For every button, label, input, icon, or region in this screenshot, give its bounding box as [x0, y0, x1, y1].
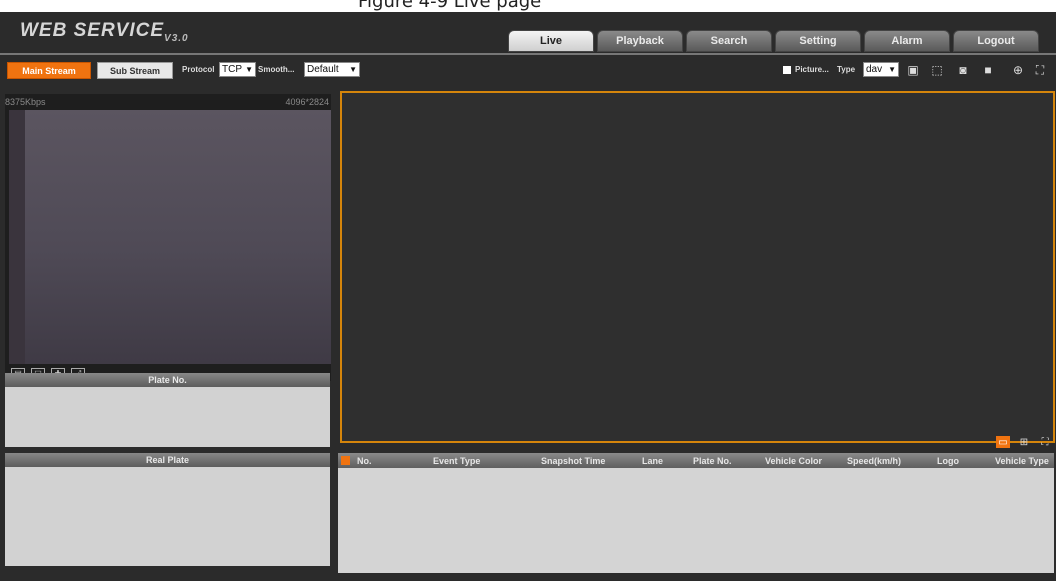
- plate-no-panel: Plate No.: [5, 373, 330, 447]
- header-divider: [0, 53, 1056, 55]
- protocol-value: TCP: [222, 64, 242, 75]
- region-select-icon[interactable]: ⬚: [929, 63, 945, 77]
- type-value: dav: [866, 64, 883, 75]
- real-plate-panel: Real Plate: [5, 453, 330, 566]
- col-speed: Speed(km/h): [847, 456, 902, 466]
- tab-logout[interactable]: Logout: [953, 30, 1039, 52]
- main-stream-button[interactable]: Main Stream: [7, 62, 91, 79]
- smooth-label: Smooth...: [258, 65, 295, 74]
- main-video-window[interactable]: [340, 91, 1055, 443]
- fullscreen-icon[interactable]: ⛶: [1032, 63, 1048, 77]
- live-toolbar: Main Stream Sub Stream Protocol TCP ▼ Smo…: [0, 62, 1056, 80]
- chevron-down-icon: ▼: [888, 65, 896, 74]
- fullscreen-view-icon[interactable]: ⛶: [1038, 436, 1052, 448]
- select-all-icon[interactable]: [341, 456, 350, 465]
- video-frame: [9, 110, 331, 364]
- snapshot-icon[interactable]: ◙: [955, 63, 971, 77]
- record-icon[interactable]: ■: [980, 63, 996, 77]
- col-no: No.: [357, 456, 372, 466]
- picture-checkbox[interactable]: [783, 66, 791, 74]
- app-logo: WEB SERVICEV3.0: [20, 20, 189, 44]
- plate-video-window[interactable]: 8375Kbps 4096*2824 ▤ ◱ ✚ ⤢: [5, 94, 331, 381]
- protocol-select[interactable]: TCP ▼: [219, 62, 256, 77]
- col-logo: Logo: [937, 456, 959, 466]
- tab-playback[interactable]: Playback: [597, 30, 683, 52]
- resolution-readout: 4096*2824: [285, 97, 329, 107]
- event-table-header: No. Event Type Snapshot Time Lane Plate …: [338, 453, 1054, 468]
- event-table: No. Event Type Snapshot Time Lane Plate …: [338, 453, 1054, 573]
- col-vehicle-type: Vehicle Type: [995, 456, 1049, 466]
- web-service-app: WEB SERVICEV3.0 Live Playback Search Set…: [0, 12, 1056, 581]
- zoom-in-icon[interactable]: ⊕: [1010, 63, 1026, 77]
- snapshot-settings-icon[interactable]: ▣: [905, 63, 921, 77]
- col-plate-no: Plate No.: [693, 456, 732, 466]
- col-event-type: Event Type: [433, 456, 481, 466]
- video-frame-edge: [9, 110, 25, 364]
- col-lane: Lane: [642, 456, 664, 466]
- smooth-select[interactable]: Default ▼: [304, 62, 360, 77]
- logo-version: V3.0: [164, 32, 189, 44]
- layout-icons: ▭ ⊞ ⛶: [996, 436, 1052, 448]
- chevron-down-icon: ▼: [349, 65, 357, 74]
- logo-text: WEB SERVICE: [20, 20, 165, 41]
- caption-text: Figure 4-9 Live page: [358, 0, 542, 12]
- type-label: Type: [837, 65, 856, 74]
- bitrate-readout: 8375Kbps: [5, 97, 46, 107]
- picture-label: Picture...: [795, 65, 829, 74]
- real-plate-header: Real Plate: [5, 453, 330, 467]
- type-select[interactable]: dav ▼: [863, 62, 899, 77]
- plate-no-header: Plate No.: [5, 373, 330, 387]
- smooth-value: Default: [307, 64, 339, 75]
- single-view-icon[interactable]: ▭: [996, 436, 1010, 448]
- tab-setting[interactable]: Setting: [775, 30, 861, 52]
- col-vehicle-color: Vehicle Color: [765, 456, 823, 466]
- tab-alarm[interactable]: Alarm: [864, 30, 950, 52]
- tab-live[interactable]: Live: [508, 30, 594, 52]
- tab-search[interactable]: Search: [686, 30, 772, 52]
- main-tabs: Live Playback Search Setting Alarm Logou…: [508, 30, 1039, 52]
- protocol-label: Protocol: [182, 65, 215, 74]
- chevron-down-icon: ▼: [245, 65, 253, 74]
- grid-view-icon[interactable]: ⊞: [1017, 436, 1031, 448]
- sub-stream-button[interactable]: Sub Stream: [97, 62, 173, 79]
- figure-caption: Figure 4-9 Live page: [0, 0, 1056, 12]
- col-snapshot-time: Snapshot Time: [541, 456, 606, 466]
